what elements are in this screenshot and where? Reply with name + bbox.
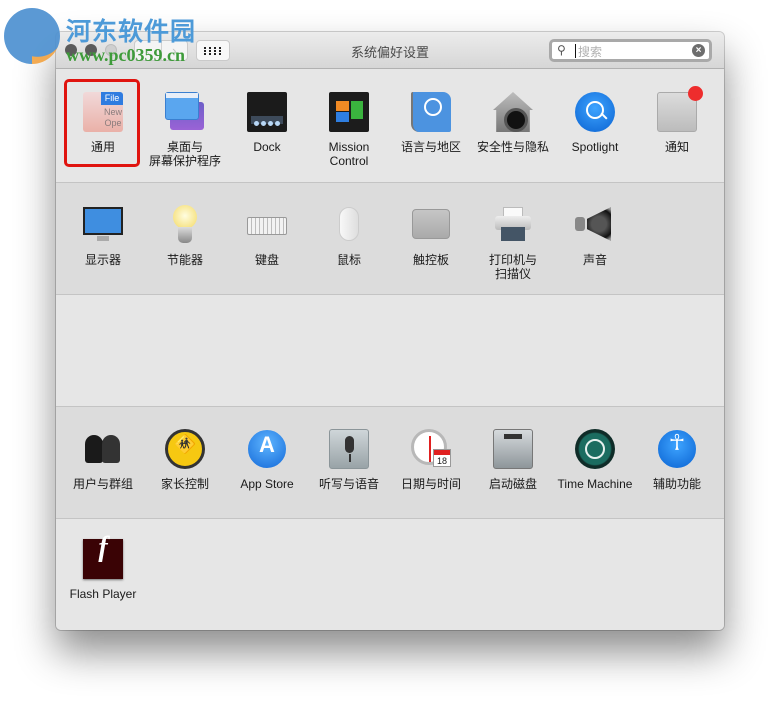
- hard-disk-icon: [493, 429, 533, 469]
- pane-label: 家长控制: [160, 477, 209, 491]
- pane-label: Mission Control: [328, 140, 370, 168]
- time-machine-icon: [575, 429, 615, 469]
- printer-icon: [493, 205, 533, 245]
- trackpad-icon: [411, 205, 451, 245]
- pane-label: 声音: [582, 253, 607, 267]
- watermark-logo-icon: [4, 8, 60, 64]
- search-field[interactable]: ⚲ 搜索 ×: [549, 39, 712, 62]
- pane-parental-controls[interactable]: 家长控制: [144, 429, 226, 491]
- pane-dock[interactable]: Dock: [226, 92, 308, 154]
- dock-icon: [247, 92, 287, 132]
- pane-label: 桌面与 屏幕保护程序: [148, 140, 221, 168]
- flash-player-icon: [83, 539, 123, 579]
- un-flag-icon: [411, 92, 451, 132]
- pane-displays[interactable]: 显示器: [62, 205, 144, 267]
- pane-time-machine[interactable]: Time Machine: [554, 429, 636, 491]
- accessibility-icon: [657, 429, 697, 469]
- pane-label: 节能器: [166, 253, 203, 267]
- pane-label: 用户与群组: [72, 477, 133, 491]
- pane-label: 辅助功能: [652, 477, 701, 491]
- pane-label: 听写与语音: [318, 477, 379, 491]
- notifications-icon: [657, 86, 703, 132]
- clear-search-icon[interactable]: ×: [692, 44, 705, 57]
- system-preferences-window: ‹ › 系统偏好设置 ⚲ 搜索 × File New Ope 通用 桌面与 屏幕保…: [56, 32, 724, 630]
- pane-printers-scanners[interactable]: 打印机与 扫描仪: [472, 205, 554, 281]
- pane-label: 键盘: [254, 253, 279, 267]
- desktop-icon: [165, 92, 205, 132]
- pane-dictation-speech[interactable]: 听写与语音: [308, 429, 390, 491]
- search-placeholder: 搜索: [578, 45, 603, 59]
- app-store-icon: [247, 429, 287, 469]
- pane-label: 显示器: [84, 253, 121, 267]
- text-caret: [575, 44, 576, 58]
- pane-date-time[interactable]: 18 日期与时间: [390, 429, 472, 491]
- pane-mouse[interactable]: 鼠标: [308, 205, 390, 267]
- pane-label: App Store: [240, 477, 294, 491]
- pane-app-store[interactable]: App Store: [226, 429, 308, 491]
- keyboard-icon: [247, 205, 287, 245]
- pane-label: Spotlight: [571, 140, 619, 154]
- pane-label: 触控板: [412, 253, 449, 267]
- title-bar: ‹ › 系统偏好设置 ⚲ 搜索 ×: [56, 32, 724, 69]
- pane-label: 鼠标: [336, 253, 361, 267]
- parental-controls-icon: [165, 429, 205, 469]
- pane-trackpad[interactable]: 触控板: [390, 205, 472, 267]
- mission-control-icon: [329, 92, 369, 132]
- security-house-icon: [493, 92, 533, 132]
- search-icon: ⚲: [557, 43, 566, 57]
- pane-label: 日期与时间: [400, 477, 461, 491]
- section-other: Flash Player: [56, 519, 724, 630]
- pane-energy-saver[interactable]: 节能器: [144, 205, 226, 267]
- light-bulb-icon: [165, 205, 205, 245]
- section-hardware: 显示器 节能器 键盘 鼠标 触控板 打印机与 扫描仪 声音: [56, 183, 724, 295]
- general-icon: File New Ope: [83, 92, 123, 132]
- spotlight-icon: [575, 92, 615, 132]
- mouse-icon: [329, 205, 369, 245]
- pane-notifications[interactable]: 通知: [636, 86, 718, 154]
- pane-accessibility[interactable]: 辅助功能: [636, 429, 718, 491]
- pane-label: 通用: [90, 140, 115, 154]
- pane-flash-player[interactable]: Flash Player: [62, 539, 144, 601]
- display-icon: [83, 205, 123, 245]
- pane-general[interactable]: File New Ope 通用: [62, 92, 144, 154]
- pane-language-region[interactable]: 语言与地区: [390, 92, 472, 154]
- pane-label: 通知: [664, 140, 689, 154]
- pane-label: 打印机与 扫描仪: [488, 253, 537, 281]
- pane-security-privacy[interactable]: 安全性与隐私: [472, 92, 554, 154]
- pane-label: 语言与地区: [400, 140, 461, 154]
- users-icon: [83, 429, 123, 469]
- clock-calendar-icon: 18: [411, 429, 451, 469]
- pane-users-groups[interactable]: 用户与群组: [62, 429, 144, 491]
- pane-spotlight[interactable]: Spotlight: [554, 92, 636, 154]
- pane-sound[interactable]: 声音: [554, 205, 636, 267]
- pane-mission-control[interactable]: Mission Control: [308, 92, 390, 168]
- pane-desktop-screensaver[interactable]: 桌面与 屏幕保护程序: [144, 92, 226, 168]
- pane-startup-disk[interactable]: 启动磁盘: [472, 429, 554, 491]
- pane-keyboard[interactable]: 键盘: [226, 205, 308, 267]
- pane-label: 安全性与隐私: [476, 140, 549, 154]
- speaker-icon: [575, 205, 615, 245]
- pane-label: Flash Player: [69, 587, 137, 601]
- pane-label: Time Machine: [557, 477, 633, 491]
- section-system: 用户与群组 家长控制 App Store 听写与语音 18 日期与时间 启动磁盘…: [56, 407, 724, 519]
- section-internet-empty: [56, 295, 724, 407]
- microphone-icon: [329, 429, 369, 469]
- pane-label: 启动磁盘: [488, 477, 537, 491]
- section-personal: File New Ope 通用 桌面与 屏幕保护程序 Dock Mission C…: [56, 70, 724, 183]
- pane-label: Dock: [253, 140, 281, 154]
